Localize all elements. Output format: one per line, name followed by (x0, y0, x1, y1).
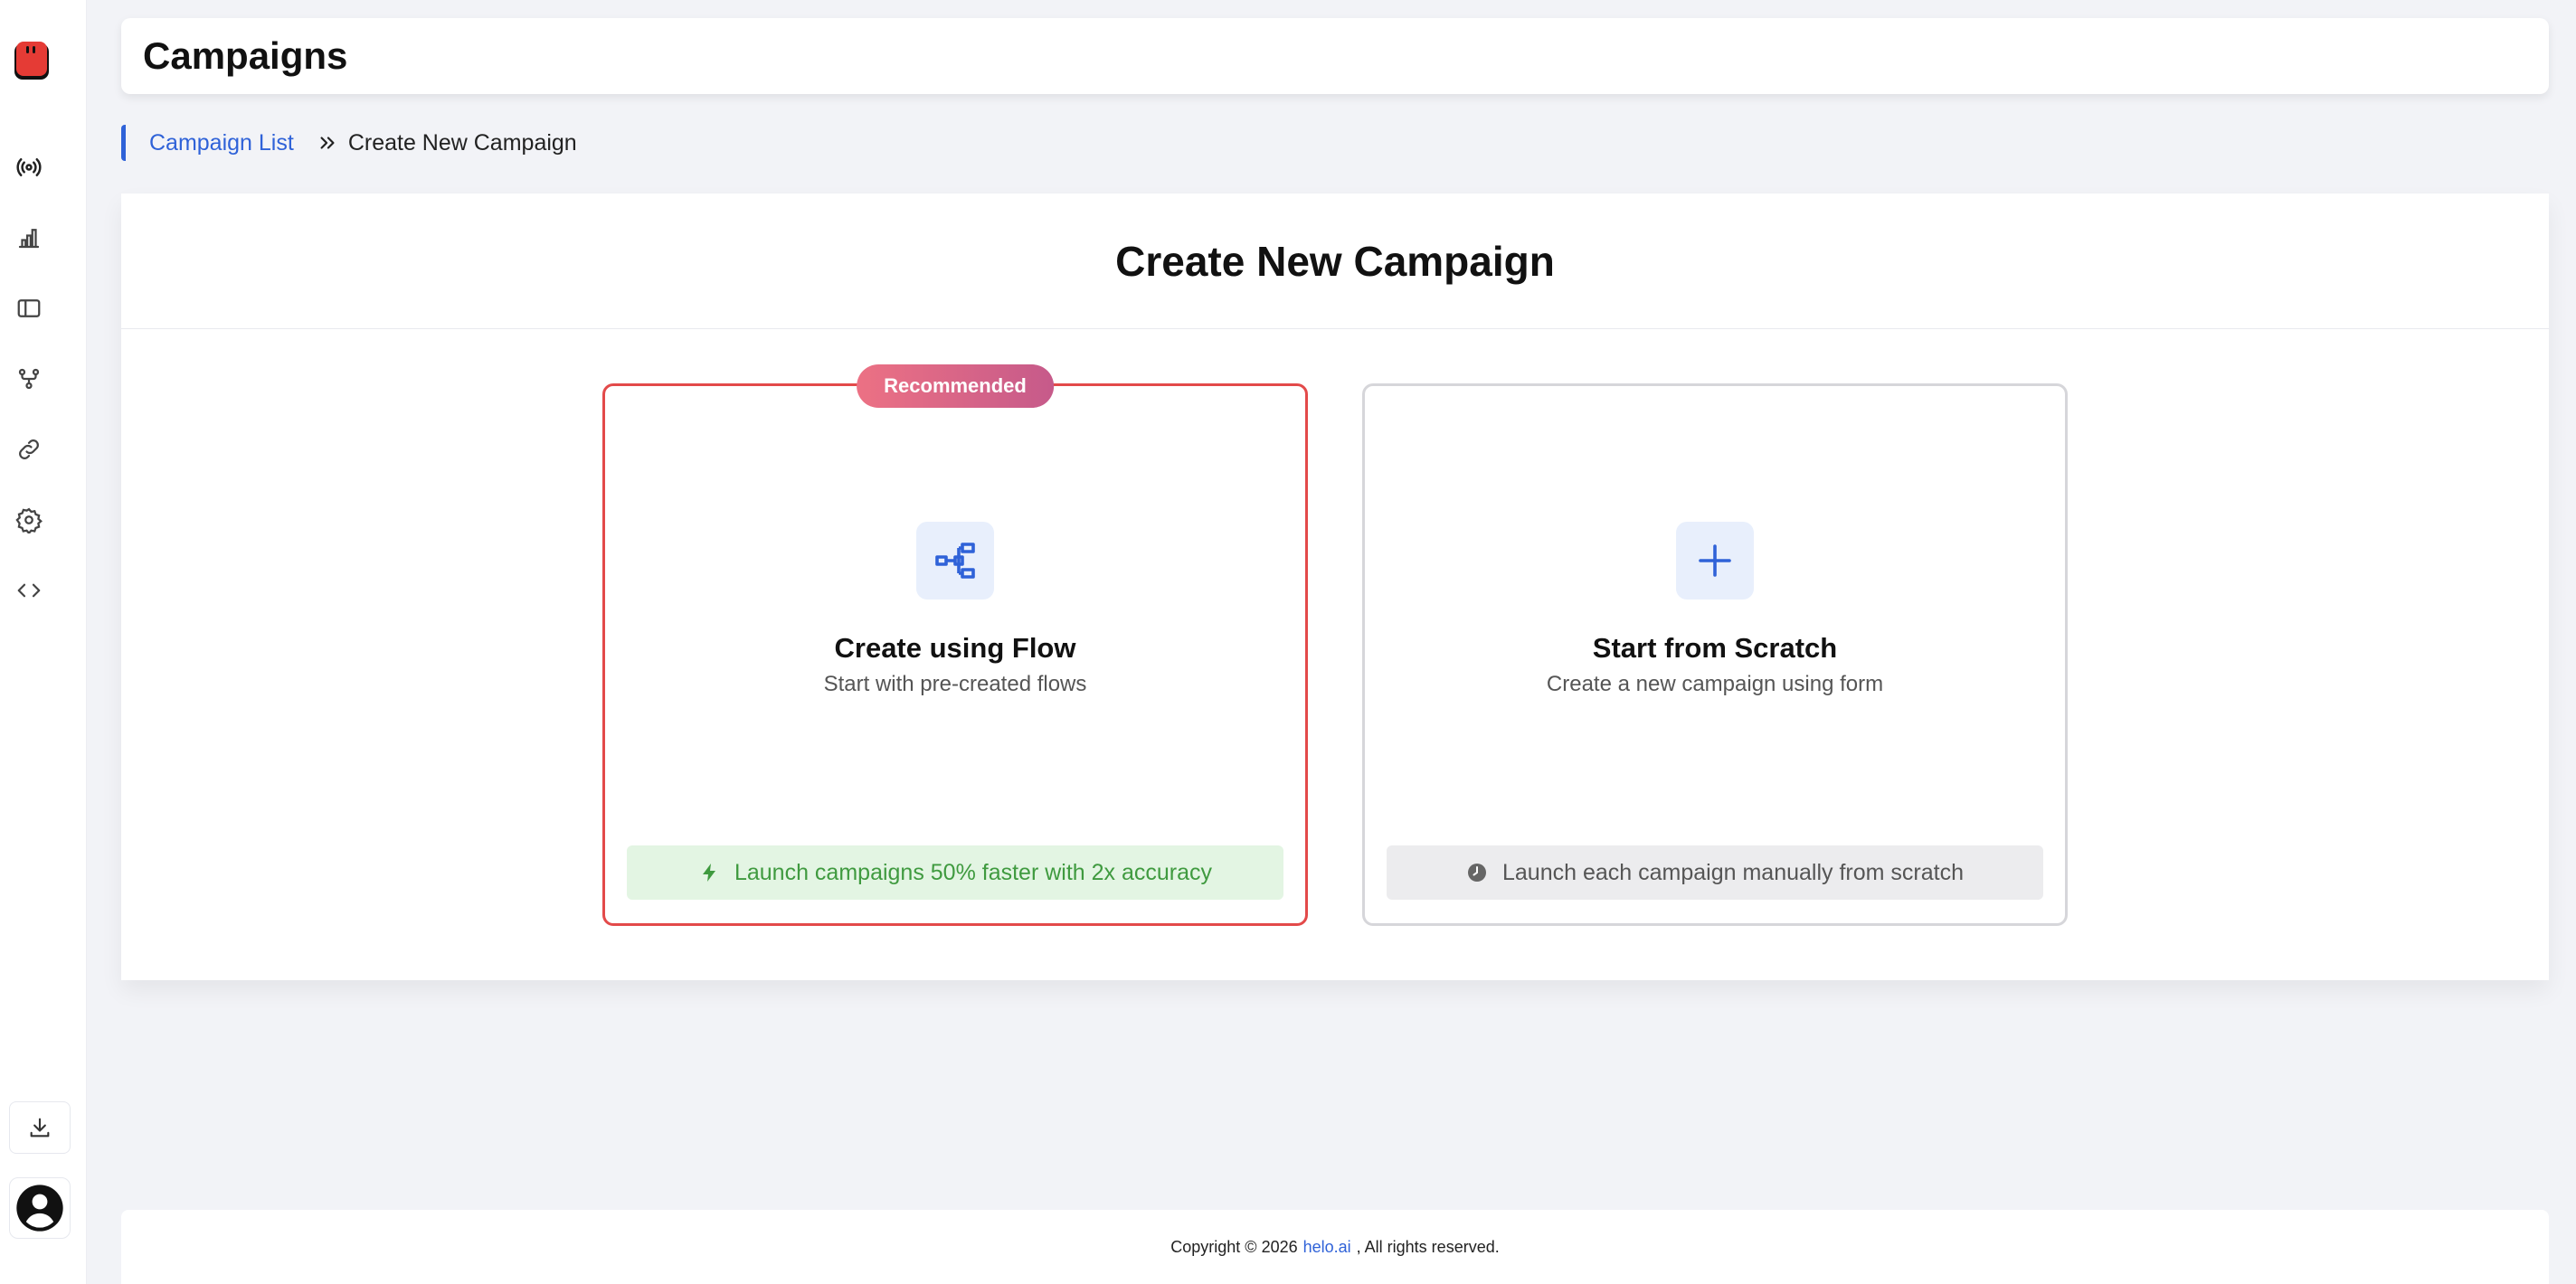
broadcast-icon (16, 158, 42, 176)
sidebar-item-flows[interactable] (13, 363, 45, 395)
option-note: Launch each campaign manually from scrat… (1387, 845, 2043, 900)
option-benefit-note: Launch campaigns 50% faster with 2x accu… (627, 845, 1283, 900)
option-benefit-text: Launch campaigns 50% faster with 2x accu… (734, 859, 1213, 885)
breadcrumb-current: Create New Campaign (347, 129, 577, 156)
start-from-scratch-option[interactable]: Start from Scratch Create a new campaign… (1362, 383, 2068, 926)
app-logo[interactable] (13, 38, 51, 81)
sidebar-item-links[interactable] (13, 433, 45, 466)
option-subtitle: Create a new campaign using form (1546, 672, 1884, 696)
option-title: Start from Scratch (1592, 632, 1838, 664)
double-chevron-right-icon (317, 133, 337, 153)
create-using-flow-option[interactable]: Recommended Create using Flow Start with… (602, 364, 1308, 926)
gear-icon (15, 507, 43, 533)
page-header: Campaigns (121, 18, 2549, 94)
sidebar-item-panels[interactable] (13, 292, 45, 325)
sidebar-item-settings[interactable] (13, 504, 45, 536)
user-avatar-button[interactable] (9, 1177, 71, 1239)
brand-link[interactable]: helo.ai (1303, 1238, 1351, 1257)
clock-icon (1468, 864, 1486, 882)
sidebar-item-broadcast[interactable] (13, 151, 45, 184)
option-note-text: Launch each campaign manually from scrat… (1502, 859, 1964, 885)
plus-icon (1676, 522, 1754, 600)
option-title: Create using Flow (834, 632, 1076, 664)
flow-icon (916, 522, 994, 600)
link-icon (19, 439, 39, 459)
download-icon (30, 1118, 50, 1138)
page-footer: Copyright © 2026 helo.ai , All rights re… (121, 1210, 2549, 1284)
code-icon (17, 583, 41, 598)
sidebar-item-developer[interactable] (13, 574, 45, 607)
sidebar (0, 0, 87, 1284)
page-title: Campaigns (143, 34, 348, 77)
option-subtitle: Start with pre-created flows (823, 672, 1087, 696)
user-avatar-icon (16, 1185, 63, 1232)
breadcrumb-campaign-list-link[interactable]: Campaign List (149, 130, 294, 156)
panel-icon (17, 299, 41, 317)
git-branch-icon (18, 368, 40, 390)
copyright-suffix: , All rights reserved. (1356, 1237, 1500, 1256)
bar-chart-icon (18, 229, 40, 249)
logo-icon (14, 42, 49, 80)
create-campaign-title: Create New Campaign (121, 194, 2549, 329)
download-button[interactable] (9, 1101, 71, 1154)
breadcrumb: Campaign List Create New Campaign (121, 125, 577, 161)
recommended-badge: Recommended (857, 364, 1054, 408)
sidebar-item-analytics[interactable] (13, 222, 45, 254)
copyright-text: Copyright © 2026 (1170, 1237, 1298, 1256)
create-campaign-card: Create New Campaign Recommended Create u… (121, 194, 2549, 980)
lightning-icon (702, 864, 715, 882)
